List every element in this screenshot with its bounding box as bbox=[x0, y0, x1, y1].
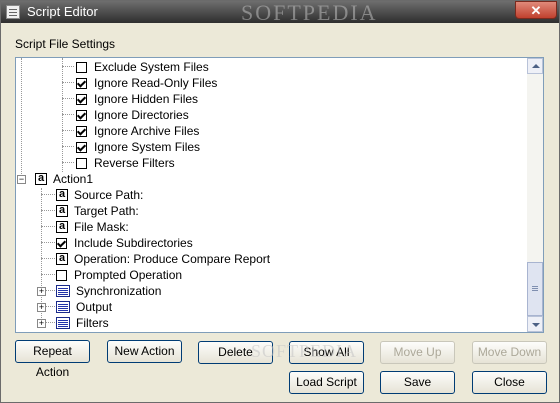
checkbox-checked[interactable] bbox=[76, 141, 87, 153]
tree-item-label: Output bbox=[76, 300, 113, 314]
tree-guide-line bbox=[62, 58, 63, 172]
tree-guide-line bbox=[62, 114, 74, 115]
value-icon: a bbox=[56, 189, 68, 201]
collapse-toggle[interactable]: − bbox=[17, 175, 26, 184]
close-button[interactable]: Close bbox=[472, 371, 547, 394]
list-node-icon bbox=[56, 317, 70, 329]
value-icon: a bbox=[56, 253, 68, 265]
tree-guide-line bbox=[62, 66, 74, 67]
tree-item-file-mask[interactable]: a File Mask: bbox=[56, 219, 129, 235]
expand-toggle[interactable]: + bbox=[37, 303, 46, 312]
watermark: SOFTPEDIA bbox=[251, 341, 358, 361]
tree-node-action1[interactable]: a Action1 bbox=[35, 171, 93, 187]
checkbox-checked[interactable] bbox=[56, 237, 67, 249]
tree-item-label: Ignore Archive Files bbox=[94, 124, 200, 138]
tree-item-prompted-operation[interactable]: Prompted Operation bbox=[56, 267, 182, 283]
checkbox-checked[interactable] bbox=[76, 109, 87, 121]
value-icon: a bbox=[56, 205, 68, 217]
tree-item-label: Prompted Operation bbox=[74, 268, 183, 282]
tree-guide-line bbox=[41, 226, 55, 227]
tree-item-label: Exclude System Files bbox=[94, 60, 209, 74]
tree-guide-line bbox=[41, 210, 55, 211]
tree-item-operation[interactable]: a Operation: Produce Compare Report bbox=[56, 251, 270, 267]
tree-item-label: Ignore System Files bbox=[94, 140, 201, 154]
tree-guide-line bbox=[62, 146, 74, 147]
tree-item-label: Ignore Read-Only Files bbox=[94, 76, 218, 90]
tree-item-label: Operation: Produce Compare Report bbox=[74, 252, 271, 266]
checkbox[interactable] bbox=[56, 269, 67, 281]
move-down-button[interactable]: Move Down bbox=[472, 341, 547, 364]
tree-guide-line bbox=[41, 242, 55, 243]
checkbox-checked[interactable] bbox=[76, 77, 87, 89]
tree-item-ignore-hidden-files[interactable]: Ignore Hidden Files bbox=[76, 91, 198, 107]
tree-item-label: Target Path: bbox=[74, 204, 139, 218]
list-node-icon bbox=[56, 301, 70, 313]
tree-item-label: Filters bbox=[76, 316, 109, 330]
tree-guide-line bbox=[41, 274, 55, 275]
move-up-button[interactable]: Move Up bbox=[380, 341, 455, 364]
scroll-down-arrow-icon[interactable] bbox=[527, 316, 543, 332]
tree-node-output[interactable]: Output bbox=[56, 299, 112, 315]
tree-guide-line bbox=[21, 58, 22, 180]
tree-item-ignore-system-files[interactable]: Ignore System Files bbox=[76, 139, 200, 155]
tree-item-target-path[interactable]: a Target Path: bbox=[56, 203, 139, 219]
title-bar[interactable]: Script Editor SOFTPEDIA ✕ bbox=[1, 0, 559, 25]
tree-item-exclude-system-files[interactable]: Exclude System Files bbox=[76, 59, 209, 75]
action-node-icon: a bbox=[35, 173, 47, 185]
tree-item-ignore-archive-files[interactable]: Ignore Archive Files bbox=[76, 123, 199, 139]
tree-node-filters[interactable]: Filters bbox=[56, 315, 109, 331]
tree-item-include-subdirectories[interactable]: Include Subdirectories bbox=[56, 235, 193, 251]
checkbox[interactable] bbox=[76, 61, 87, 73]
value-icon: a bbox=[56, 221, 68, 233]
expand-toggle[interactable]: + bbox=[37, 287, 46, 296]
scroll-thumb[interactable] bbox=[527, 262, 543, 316]
scroll-up-arrow-icon[interactable] bbox=[527, 58, 543, 74]
tree-guide-line bbox=[62, 162, 74, 163]
checkbox-checked[interactable] bbox=[76, 125, 87, 137]
tree-item-label: Ignore Hidden Files bbox=[94, 92, 199, 106]
tree-item-reverse-filters[interactable]: Reverse Filters bbox=[76, 155, 175, 171]
settings-tree[interactable]: Exclude System Files Ignore Read-Only Fi… bbox=[15, 57, 544, 333]
list-node-icon bbox=[56, 285, 70, 297]
tree-node-synchronization[interactable]: Synchronization bbox=[56, 283, 161, 299]
tree-item-label: Include Subdirectories bbox=[74, 236, 193, 250]
checkbox[interactable] bbox=[76, 157, 87, 169]
tree-item-label: File Mask: bbox=[74, 220, 129, 234]
tree-guide-line bbox=[41, 194, 55, 195]
save-button[interactable]: Save bbox=[380, 371, 455, 394]
checkbox-checked[interactable] bbox=[76, 93, 87, 105]
script-file-settings-label: Script File Settings bbox=[15, 37, 116, 51]
window-close-button[interactable]: ✕ bbox=[515, 1, 557, 19]
tree-guide-line bbox=[62, 82, 74, 83]
watermark: SOFTPEDIA bbox=[241, 0, 378, 25]
script-editor-window: Script Editor SOFTPEDIA ✕ Script File Se… bbox=[0, 0, 560, 403]
tree-guide-line bbox=[62, 98, 74, 99]
script-editor-app-icon bbox=[6, 5, 20, 19]
tree-item-ignore-read-only-files[interactable]: Ignore Read-Only Files bbox=[76, 75, 217, 91]
expand-toggle[interactable]: + bbox=[37, 319, 46, 328]
tree-item-source-path[interactable]: a Source Path: bbox=[56, 187, 143, 203]
repeat-action-button[interactable]: Repeat Action bbox=[15, 340, 90, 379]
tree-item-label: Ignore Directories bbox=[94, 108, 189, 122]
tree-guide-line bbox=[41, 258, 55, 259]
tree-guide-line bbox=[62, 130, 74, 131]
tree-item-label: Source Path: bbox=[74, 188, 144, 202]
tree-item-ignore-directories[interactable]: Ignore Directories bbox=[76, 107, 189, 123]
tree-vertical-scrollbar[interactable] bbox=[527, 58, 543, 332]
load-script-button[interactable]: Load Script bbox=[289, 371, 364, 394]
tree-item-label: Action1 bbox=[53, 172, 94, 186]
tree-item-label: Reverse Filters bbox=[94, 156, 175, 170]
new-action-button[interactable]: New Action bbox=[107, 340, 182, 363]
window-title: Script Editor bbox=[27, 4, 98, 19]
tree-item-label: Synchronization bbox=[76, 284, 162, 298]
